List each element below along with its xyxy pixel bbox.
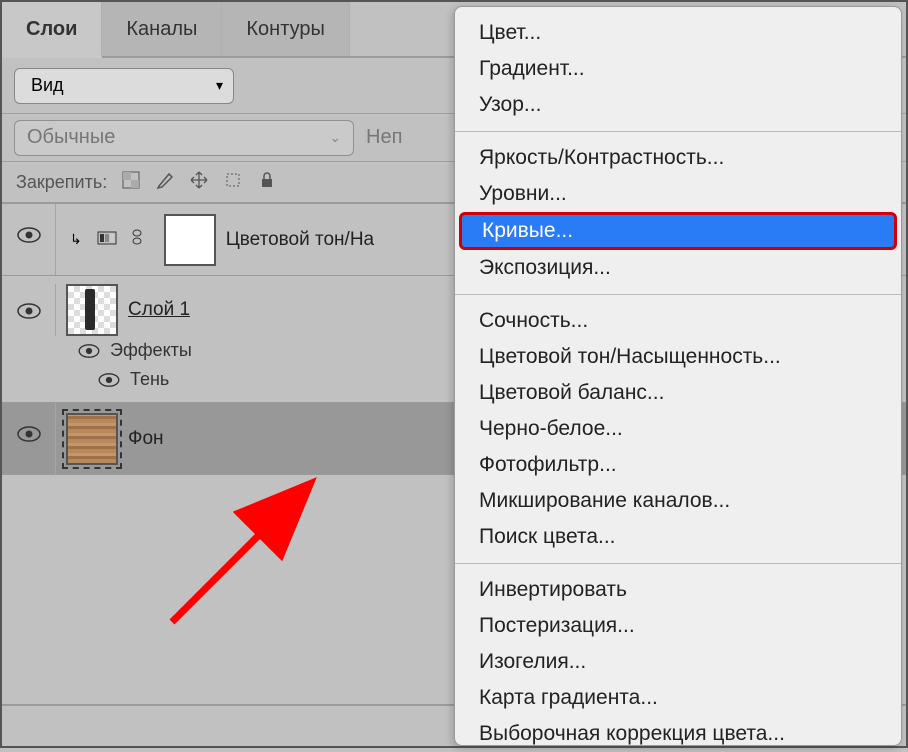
menu-threshold[interactable]: Изогелия... xyxy=(455,644,901,680)
lock-position-icon[interactable] xyxy=(189,170,209,195)
tab-layers[interactable]: Слои xyxy=(2,2,102,58)
tab-paths[interactable]: Контуры xyxy=(222,2,349,56)
menu-exposure[interactable]: Экспозиция... xyxy=(455,250,901,286)
menu-curves[interactable]: Кривые... xyxy=(459,212,897,250)
visibility-toggle[interactable] xyxy=(2,204,56,275)
layer-name[interactable]: Фон xyxy=(128,428,164,450)
adjustment-layer-menu: Цвет... Градиент... Узор... Яркость/Конт… xyxy=(454,6,902,746)
menu-separator xyxy=(455,563,901,564)
tab-channels[interactable]: Каналы xyxy=(102,2,222,56)
layer-mask-thumbnail[interactable] xyxy=(164,214,216,266)
layer-thumbnail[interactable] xyxy=(66,284,118,336)
layers-panel: Слои Каналы Контуры Вид ▾ Обычные ⌄ Неп xyxy=(0,0,908,748)
layer-name[interactable]: Цветовой тон/На xyxy=(226,229,374,251)
menu-separator xyxy=(455,294,901,295)
opacity-label: Неп xyxy=(366,126,402,149)
filter-label: Вид xyxy=(31,75,64,96)
menu-invert[interactable]: Инвертировать xyxy=(455,572,901,608)
menu-gradient[interactable]: Градиент... xyxy=(455,51,901,87)
menu-separator xyxy=(455,131,901,132)
menu-brightness-contrast[interactable]: Яркость/Контрастность... xyxy=(455,140,901,176)
menu-hue-saturation[interactable]: Цветовой тон/Насыщенность... xyxy=(455,339,901,375)
layer-name[interactable]: Слой 1 xyxy=(128,299,190,321)
lock-paint-icon[interactable] xyxy=(155,170,175,195)
lock-label: Закрепить: xyxy=(16,172,107,193)
blend-mode-value: Обычные xyxy=(27,126,115,149)
menu-color[interactable]: Цвет... xyxy=(455,15,901,51)
lock-transparent-icon[interactable] xyxy=(121,170,141,195)
menu-pattern[interactable]: Узор... xyxy=(455,87,901,123)
lock-all-icon[interactable] xyxy=(257,170,277,195)
layer-filter-dropdown[interactable]: Вид ▾ xyxy=(14,68,234,104)
mask-link-icon[interactable] xyxy=(126,226,148,253)
clip-indicator-icon: ↳ xyxy=(66,231,86,248)
menu-gradient-map[interactable]: Карта градиента... xyxy=(455,680,901,716)
menu-photo-filter[interactable]: Фотофильтр... xyxy=(455,447,901,483)
menu-color-balance[interactable]: Цветовой баланс... xyxy=(455,375,901,411)
menu-black-white[interactable]: Черно-белое... xyxy=(455,411,901,447)
menu-posterize[interactable]: Постеризация... xyxy=(455,608,901,644)
layer-thumbnail[interactable] xyxy=(66,413,118,465)
menu-selective-color[interactable]: Выборочная коррекция цвета... xyxy=(455,716,901,752)
visibility-toggle[interactable] xyxy=(2,284,56,336)
lock-artboard-icon[interactable] xyxy=(223,170,243,195)
blend-mode-dropdown[interactable]: Обычные ⌄ xyxy=(14,120,354,156)
visibility-toggle[interactable] xyxy=(2,403,56,474)
menu-levels[interactable]: Уровни... xyxy=(455,176,901,212)
effects-label: Эффекты xyxy=(110,340,192,361)
menu-color-lookup[interactable]: Поиск цвета... xyxy=(455,519,901,555)
adjustment-type-icon xyxy=(96,226,118,253)
menu-vibrance[interactable]: Сочность... xyxy=(455,303,901,339)
effect-name: Тень xyxy=(130,369,169,390)
chevron-down-icon: ⌄ xyxy=(329,129,341,146)
menu-channel-mixer[interactable]: Микширование каналов... xyxy=(455,483,901,519)
chevron-down-icon: ▾ xyxy=(216,77,223,94)
